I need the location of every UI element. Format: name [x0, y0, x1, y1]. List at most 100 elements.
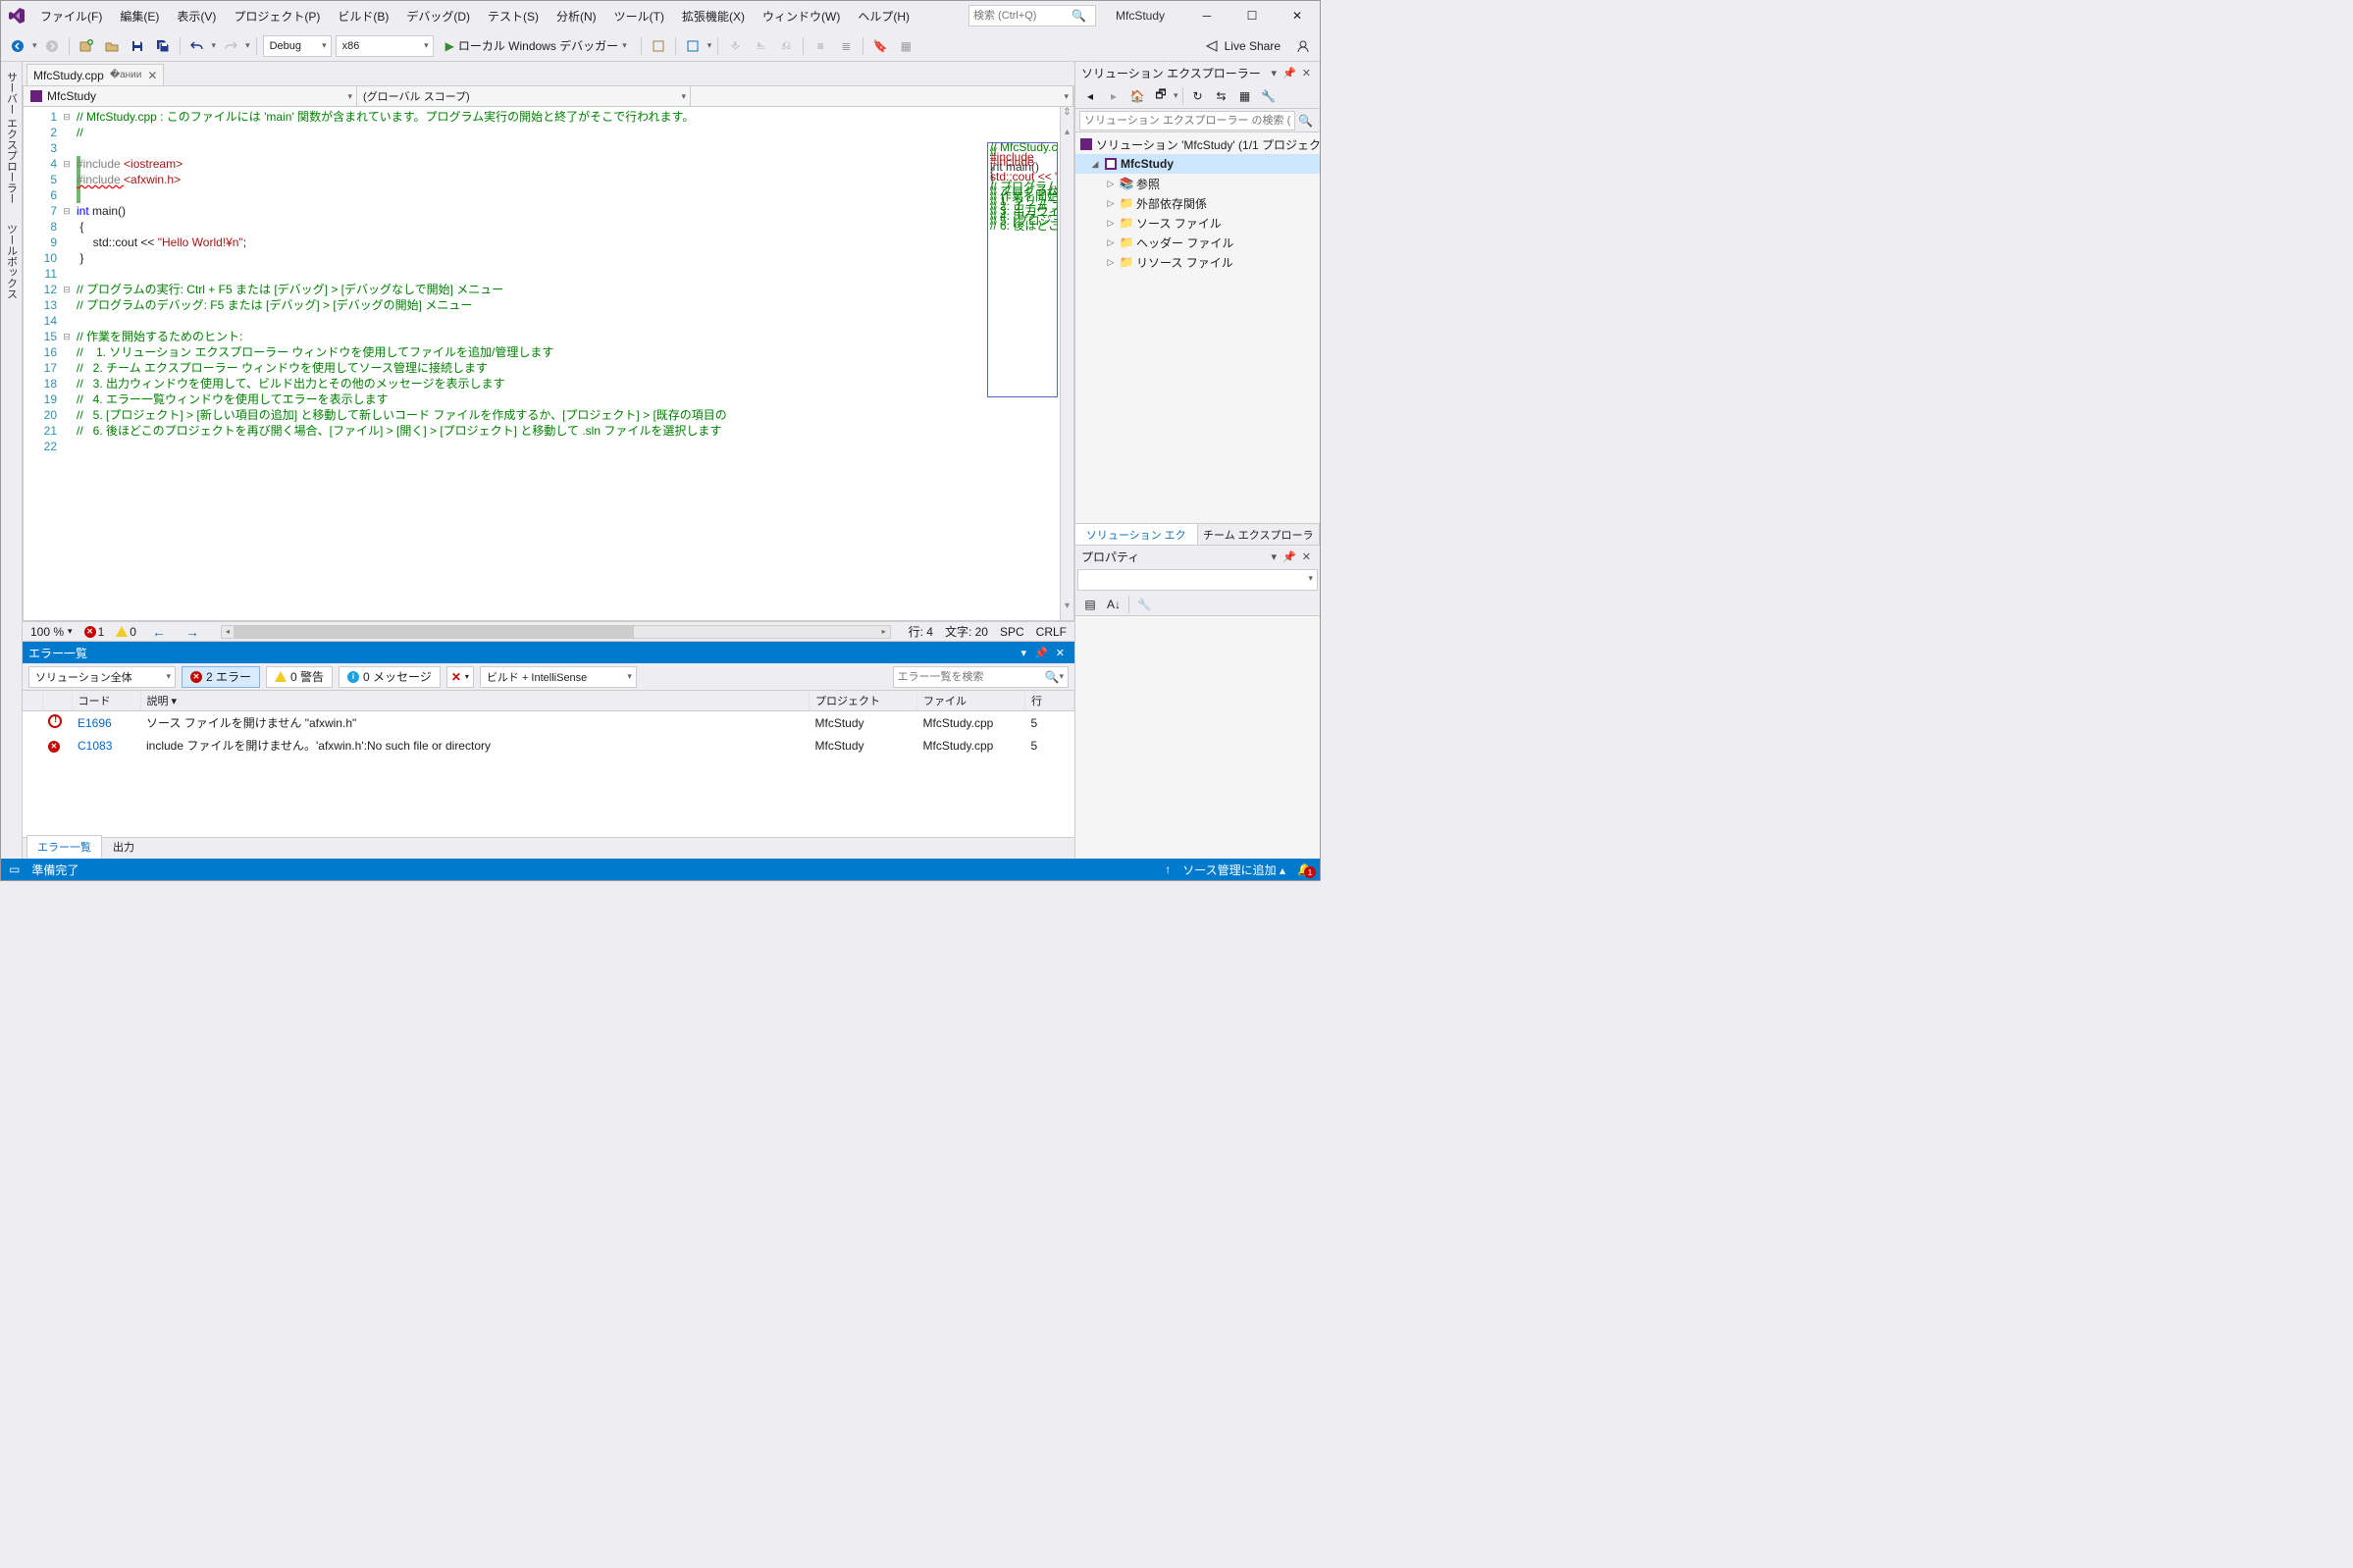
panel-pin-icon[interactable]: 📌 [1030, 647, 1052, 659]
expand-icon[interactable]: ▷ [1105, 218, 1117, 229]
global-search[interactable]: 🔍 [968, 5, 1096, 26]
nav-fwd-button[interactable] [41, 35, 63, 57]
tree-node[interactable]: ▷📁ヘッダー ファイル [1075, 233, 1320, 252]
property-object-select[interactable] [1077, 569, 1318, 591]
error-table[interactable]: コード説明 ▾プロジェクトファイル行 E1696ソース ファイルを開けません "… [23, 691, 1074, 837]
se-back-button[interactable]: ◂ [1079, 85, 1101, 107]
panel-close-icon[interactable]: ✕ [1299, 550, 1314, 563]
se-fwd-button[interactable]: ▸ [1103, 85, 1124, 107]
document-tab[interactable]: MfcStudy.cpp �ании ✕ [26, 64, 164, 85]
menu-分析(N)[interactable]: 分析(N) [549, 4, 604, 28]
nav-back-button[interactable] [7, 35, 28, 57]
team-explorer-tab[interactable]: チーム エクスプローラー [1198, 524, 1321, 545]
project-node[interactable]: ◢ MfcStudy [1075, 154, 1320, 174]
error-list-titlebar[interactable]: エラー一覧 ▾ 📌 ✕ [23, 642, 1074, 663]
menu-テスト(S)[interactable]: テスト(S) [480, 4, 547, 28]
prop-pages-button[interactable]: 🔧 [1133, 594, 1155, 615]
tb-btn-b[interactable] [682, 35, 704, 57]
se-refresh-button[interactable]: ↻ [1187, 85, 1209, 107]
error-count[interactable]: ✕1 [84, 625, 105, 639]
solution-node[interactable]: ソリューション 'MfcStudy' (1/1 プロジェクト) [1075, 134, 1320, 154]
editor-hscroll[interactable]: ◂▸ [221, 625, 891, 639]
prev-issue-button[interactable]: ← [148, 624, 170, 640]
tb-btn-bookmark[interactable]: 🔖 [869, 35, 891, 57]
menu-ツール(T)[interactable]: ツール(T) [606, 4, 672, 28]
close-tab-icon[interactable]: ✕ [147, 69, 157, 82]
minimize-button[interactable]: ─ [1184, 1, 1229, 30]
code-area[interactable]: // MfcStudy.cpp : このファイルには 'main' 関数が含まれ… [77, 107, 1060, 620]
errors-toggle[interactable]: ✕2 エラー [182, 666, 260, 688]
tree-node[interactable]: ▷📁ソース ファイル [1075, 213, 1320, 233]
split-icon[interactable]: ⇕ [1063, 107, 1071, 127]
error-list-tab[interactable]: エラー一覧 [26, 835, 102, 859]
tb-btn-f[interactable]: ≡ [810, 35, 831, 57]
solution-explorer-tab[interactable]: ソリューション エクス... [1075, 524, 1198, 545]
platform-select[interactable]: x86 [336, 35, 434, 57]
open-button[interactable] [101, 35, 123, 57]
vscroll[interactable]: ⇕ ▴ ▾ [1060, 107, 1073, 620]
server-explorer-tab[interactable]: サーバー エクスプローラー [2, 68, 22, 208]
error-row[interactable]: E1696ソース ファイルを開けません "afxwin.h"MfcStudyMf… [23, 711, 1074, 735]
solution-tree[interactable]: ソリューション 'MfcStudy' (1/1 プロジェクト) ◢ MfcStu… [1075, 132, 1320, 523]
pin-icon[interactable]: �ании [110, 70, 142, 80]
error-scope-select[interactable]: ソリューション全体 [28, 666, 176, 688]
menu-ヘルプ(H)[interactable]: ヘルプ(H) [850, 4, 917, 28]
source-control-button[interactable]: ソース管理に追加 ▴ [1182, 862, 1285, 878]
close-button[interactable]: ✕ [1275, 1, 1320, 30]
se-home-button[interactable]: 🏠 [1126, 85, 1148, 107]
panel-close-icon[interactable]: ✕ [1299, 67, 1314, 79]
properties-header[interactable]: プロパティ ▾ 📌 ✕ [1075, 546, 1320, 567]
start-debug-button[interactable]: ▶ ローカル Windows デバッガー ▾ [438, 35, 635, 57]
panel-menu-icon[interactable]: ▾ [1018, 647, 1031, 659]
expand-icon[interactable]: ▷ [1105, 257, 1117, 268]
menu-編集(E)[interactable]: 編集(E) [112, 4, 167, 28]
panel-menu-icon[interactable]: ▾ [1269, 550, 1281, 563]
maximize-button[interactable]: ☐ [1229, 1, 1275, 30]
menu-プロジェクト(P)[interactable]: プロジェクト(P) [226, 4, 328, 28]
expand-icon[interactable]: ◢ [1089, 159, 1101, 170]
property-grid[interactable] [1075, 616, 1320, 859]
notifications-button[interactable]: 🔔1 [1297, 862, 1312, 876]
nav-scope-select[interactable]: (グローバル スコープ) [357, 86, 691, 106]
categorized-button[interactable]: ▤ [1079, 594, 1101, 615]
next-issue-button[interactable]: → [182, 624, 203, 640]
zoom-select[interactable]: 100 %▾ [30, 625, 73, 639]
se-collapse-button[interactable]: ⇆ [1211, 85, 1232, 107]
solution-explorer-header[interactable]: ソリューション エクスプローラー ▾ 📌 ✕ [1075, 62, 1320, 83]
nav-project-select[interactable]: MfcStudy [24, 86, 357, 106]
minimap[interactable]: // MfcStudy.cpp : このファイルには 'main' 関数が含まれ… [987, 142, 1058, 397]
warning-count[interactable]: 0 [116, 625, 136, 639]
toolbox-tab[interactable]: ツールボックス [2, 220, 22, 303]
nav-member-select[interactable] [691, 86, 1073, 106]
tb-btn-c[interactable]: ⎀ [724, 35, 746, 57]
expand-icon[interactable]: ▷ [1105, 179, 1117, 189]
menu-ビルド(B)[interactable]: ビルド(B) [330, 4, 396, 28]
se-sync-button[interactable]: 🗗 [1150, 85, 1172, 107]
menu-デバッグ(D)[interactable]: デバッグ(D) [398, 4, 478, 28]
expand-icon[interactable]: ▷ [1105, 237, 1117, 248]
error-row[interactable]: ✕C1083include ファイルを開けません。'afxwin.h':No s… [23, 734, 1074, 757]
panel-menu-icon[interactable]: ▾ [1269, 67, 1281, 79]
global-search-input[interactable] [973, 10, 1072, 22]
panel-close-icon[interactable]: ✕ [1052, 647, 1069, 659]
publish-icon[interactable]: ↑ [1165, 862, 1171, 876]
panel-pin-icon[interactable]: 📌 [1280, 550, 1299, 563]
clear-filter-button[interactable]: ✕▾ [446, 666, 474, 688]
se-properties-button[interactable]: 🔧 [1258, 85, 1280, 107]
undo-button[interactable] [186, 35, 208, 57]
menu-ウィンドウ(W)[interactable]: ウィンドウ(W) [755, 4, 848, 28]
se-showall-button[interactable]: ▦ [1234, 85, 1256, 107]
code-editor[interactable]: 12345678910111213141516171819202122⊟⊟⊟⊟⊟… [23, 107, 1074, 621]
live-share-button[interactable]: Live Share [1197, 39, 1288, 53]
tb-btn-h[interactable]: ▦ [895, 35, 916, 57]
alphabetical-button[interactable]: A↓ [1103, 594, 1124, 615]
error-search[interactable]: 🔍▾ [893, 666, 1069, 688]
tb-btn-d[interactable]: ⎁ [750, 35, 771, 57]
expand-icon[interactable]: ▷ [1105, 198, 1117, 209]
warnings-toggle[interactable]: 0 警告 [266, 666, 333, 688]
redo-button[interactable] [220, 35, 241, 57]
menu-拡張機能(X)[interactable]: 拡張機能(X) [674, 4, 753, 28]
output-tab[interactable]: 出力 [102, 835, 145, 859]
account-button[interactable] [1292, 35, 1314, 57]
messages-toggle[interactable]: i0 メッセージ [339, 666, 441, 688]
